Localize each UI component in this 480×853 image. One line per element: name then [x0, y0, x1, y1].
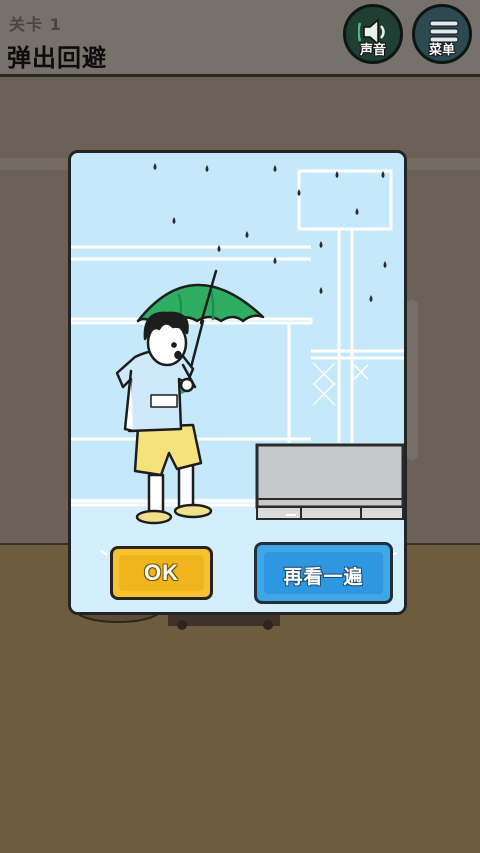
level-title: 弹出回避 — [7, 44, 107, 72]
ok-button-label: OK — [144, 560, 179, 585]
replay-button[interactable]: 再看一遍 — [254, 542, 393, 604]
level-number-label: 关卡 1 — [9, 15, 62, 34]
replay-button-label: 再看一遍 — [283, 566, 364, 588]
top-hud-bar: 关卡 1 弹出回避 声音 菜单 — [0, 0, 480, 77]
sound-label: 声音 — [359, 43, 386, 58]
ok-button[interactable]: OK — [110, 546, 213, 600]
result-popup: OK 再看一遍 — [68, 150, 407, 615]
sound-button[interactable]: 声音 — [343, 4, 403, 64]
menu-button[interactable]: 菜单 — [412, 4, 472, 64]
menu-label: 菜单 — [428, 43, 455, 58]
